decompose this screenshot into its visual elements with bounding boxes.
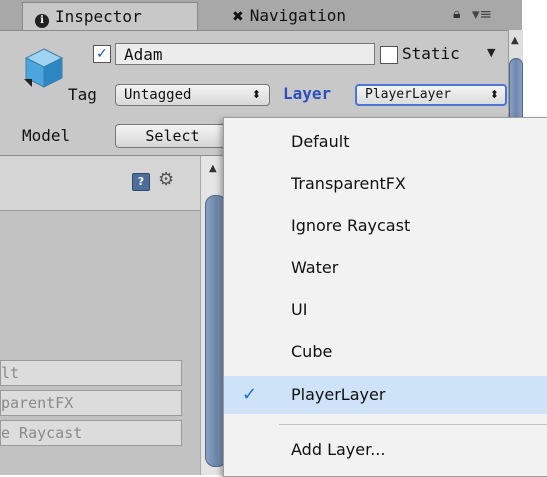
list-item: e Raycast (0, 420, 182, 446)
static-label: Static (402, 44, 460, 63)
background-header: ? ⚙ (0, 155, 200, 211)
model-label: Model (22, 126, 71, 145)
scroll-up-arrow-icon[interactable]: ▲ (209, 163, 217, 174)
checkmark-icon: ✓ (242, 384, 258, 405)
background-layer-list: lt parentFX e Raycast (0, 360, 182, 450)
active-checkbox[interactable]: ✓ (93, 45, 111, 63)
menu-item-default[interactable]: Default (224, 124, 547, 160)
menu-item-transparentfx[interactable]: TransparentFX (224, 166, 547, 202)
updown-arrow-icon: ⬍ (251, 88, 261, 101)
tab-navigation[interactable]: ✖ Navigation (208, 2, 404, 30)
layer-dropdown[interactable]: PlayerLayer ⬍ (355, 84, 507, 106)
gameobject-cube-icon (24, 48, 64, 88)
chevron-down-icon[interactable]: ▼ (487, 46, 495, 59)
menu-item-label: Add Layer... (291, 440, 386, 459)
menu-item-add-layer[interactable]: Add Layer... (224, 432, 547, 468)
navigation-icon: ✖ (232, 9, 244, 25)
menu-icon[interactable]: ▾≡ (472, 5, 492, 23)
tab-bar: i Inspector ✖ Navigation 🔒︎ ▾≡ (0, 0, 522, 31)
menu-item-ui[interactable]: UI (224, 292, 547, 328)
list-item: parentFX (0, 390, 182, 416)
menu-item-label: Default (291, 132, 350, 151)
background-inspector: ? ⚙ ▲ lt parentFX e Raycast (0, 155, 231, 475)
menu-item-label: Ignore Raycast (291, 216, 411, 235)
menu-divider (279, 424, 547, 425)
layer-label: Layer (283, 84, 332, 103)
menu-item-label: TransparentFX (291, 174, 406, 193)
updown-arrow-icon: ⬍ (489, 88, 499, 101)
menu-item-playerlayer[interactable]: ✓ PlayerLayer (224, 376, 547, 414)
tab-navigation-label: Navigation (249, 6, 347, 25)
menu-item-label: Cube (291, 342, 333, 361)
static-checkbox[interactable] (380, 46, 398, 64)
info-icon: i (35, 14, 49, 28)
model-select-button[interactable]: Select (115, 124, 230, 148)
object-name-input[interactable] (115, 43, 375, 65)
tab-inspector[interactable]: i Inspector (22, 2, 198, 30)
menu-item-water[interactable]: Water (224, 250, 547, 286)
menu-item-cube[interactable]: Cube (224, 334, 547, 370)
layer-value: PlayerLayer (365, 87, 452, 102)
menu-item-label: UI (291, 300, 308, 319)
tag-label: Tag (68, 85, 97, 104)
gear-icon[interactable]: ⚙ (158, 169, 174, 190)
list-item: lt (0, 360, 182, 386)
menu-item-label: PlayerLayer (291, 385, 386, 404)
tag-value: Untagged (124, 87, 192, 103)
tab-inspector-label: Inspector (55, 7, 142, 26)
lock-icon[interactable]: 🔒︎ (453, 6, 460, 22)
tag-dropdown[interactable]: Untagged ⬍ (115, 84, 270, 106)
help-icon[interactable]: ? (132, 173, 150, 191)
layer-dropdown-menu: Default TransparentFX Ignore Raycast Wat… (223, 117, 547, 477)
menu-item-ignore-raycast[interactable]: Ignore Raycast (224, 208, 547, 244)
scroll-up-arrow-icon[interactable]: ▲ (511, 35, 519, 46)
menu-item-label: Water (291, 258, 339, 277)
